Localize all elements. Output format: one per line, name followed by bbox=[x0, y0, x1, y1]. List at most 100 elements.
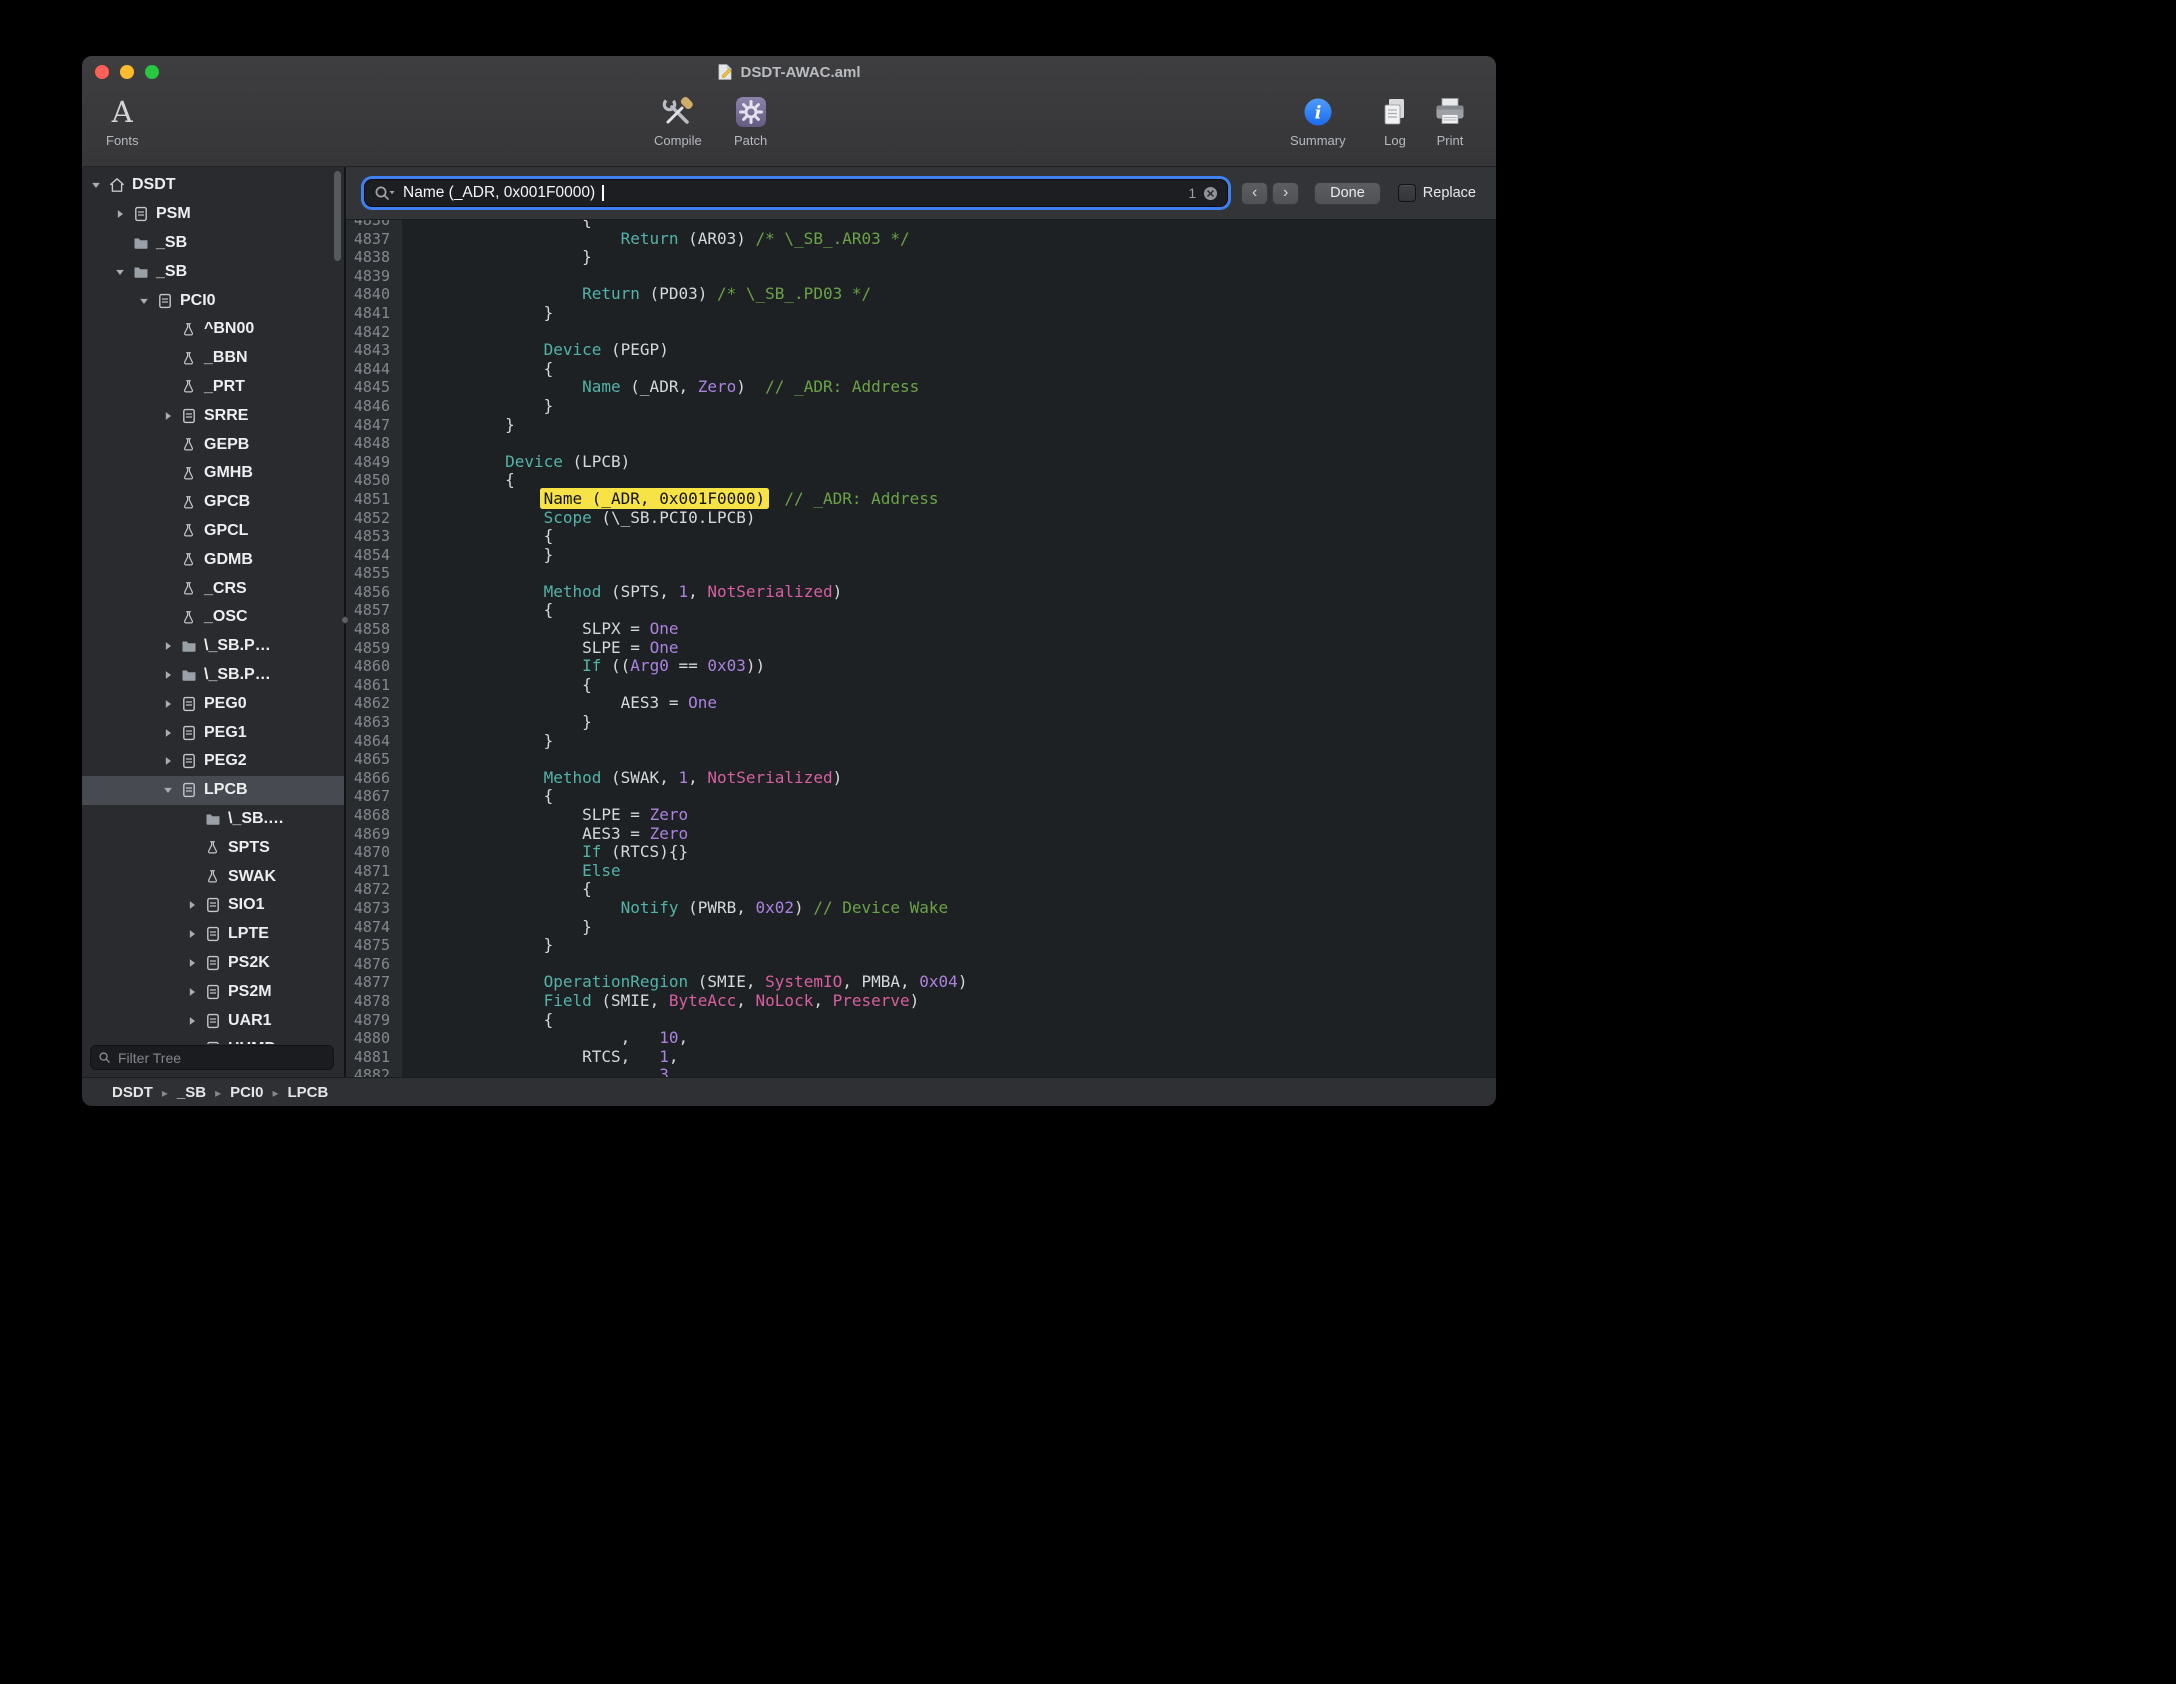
tree-item-lpte[interactable]: LPTE bbox=[82, 920, 344, 949]
tree-item-osc[interactable]: _OSC bbox=[82, 603, 344, 632]
tree-item-swak[interactable]: SWAK bbox=[82, 862, 344, 891]
tree-item-peg1[interactable]: PEG1 bbox=[82, 718, 344, 747]
disclosure-expanded-icon[interactable] bbox=[90, 178, 108, 192]
tree-item-ps2m[interactable]: PS2M bbox=[82, 977, 344, 1006]
tree-item-peg0[interactable]: PEG0 bbox=[82, 689, 344, 718]
code-line[interactable]: 4839 bbox=[346, 267, 1496, 286]
tree-item-sb[interactable]: _SB bbox=[82, 229, 344, 258]
disclosure-collapsed-icon[interactable] bbox=[162, 726, 180, 740]
code-line[interactable]: 4850 { bbox=[346, 471, 1496, 490]
code-line[interactable]: 4875 } bbox=[346, 936, 1496, 955]
code-line[interactable]: 4843 Device (PEGP) bbox=[346, 341, 1496, 360]
code-line[interactable]: 4837 Return (AR03) /* \_SB_.AR03 */ bbox=[346, 230, 1496, 249]
tree-item-psm[interactable]: PSM bbox=[82, 200, 344, 229]
code-line[interactable]: 4879 { bbox=[346, 1011, 1496, 1030]
code-line[interactable]: 4868 SLPE = Zero bbox=[346, 806, 1496, 825]
disclosure-expanded-icon[interactable] bbox=[162, 783, 180, 797]
filter-tree-input[interactable] bbox=[116, 1049, 326, 1067]
disclosure-collapsed-icon[interactable] bbox=[186, 985, 204, 999]
code-line[interactable]: 4845 Name (_ADR, Zero) // _ADR: Address bbox=[346, 378, 1496, 397]
code-line[interactable]: 4842 bbox=[346, 323, 1496, 342]
code-line[interactable]: 4846 } bbox=[346, 397, 1496, 416]
split-grip-handle[interactable] bbox=[341, 616, 349, 624]
code-line[interactable]: 4872 { bbox=[346, 880, 1496, 899]
compile-button[interactable]: Compile bbox=[654, 93, 702, 148]
tree-item-uar1[interactable]: UAR1 bbox=[82, 1006, 344, 1035]
tree-item-peg2[interactable]: PEG2 bbox=[82, 747, 344, 776]
disclosure-collapsed-icon[interactable] bbox=[162, 697, 180, 711]
code-line[interactable]: 4882 , 3, bbox=[346, 1066, 1496, 1077]
disclosure-expanded-icon[interactable] bbox=[138, 294, 156, 308]
code-line[interactable]: 4877 OperationRegion (SMIE, SystemIO, PM… bbox=[346, 973, 1496, 992]
code-line[interactable]: 4881 RTCS, 1, bbox=[346, 1048, 1496, 1067]
code-line[interactable]: 4860 If ((Arg0 == 0x03)) bbox=[346, 657, 1496, 676]
tree-item-sbp[interactable]: \_SB.P… bbox=[82, 632, 344, 661]
tree-item-srre[interactable]: SRRE bbox=[82, 401, 344, 430]
disclosure-collapsed-icon[interactable] bbox=[186, 898, 204, 912]
tree-item-dsdt[interactable]: DSDT bbox=[82, 171, 344, 200]
code-line[interactable]: 4871 Else bbox=[346, 862, 1496, 881]
code-line[interactable]: 4847 } bbox=[346, 416, 1496, 435]
disclosure-collapsed-icon[interactable] bbox=[162, 754, 180, 768]
code-line[interactable]: 4865 bbox=[346, 750, 1496, 769]
tree-item-gpcl[interactable]: GPCL bbox=[82, 517, 344, 546]
tree-item-lpcb[interactable]: LPCB bbox=[82, 776, 344, 805]
tree-item-gmhb[interactable]: GMHB bbox=[82, 459, 344, 488]
code-line[interactable]: 4859 SLPE = One bbox=[346, 639, 1496, 658]
code-line[interactable]: 4838 } bbox=[346, 248, 1496, 267]
code-line[interactable]: 4870 If (RTCS){} bbox=[346, 843, 1496, 862]
code-line[interactable]: 4867 { bbox=[346, 787, 1496, 806]
tree-item-spts[interactable]: SPTS bbox=[82, 833, 344, 862]
code-line[interactable]: 4853 { bbox=[346, 527, 1496, 546]
disclosure-collapsed-icon[interactable] bbox=[186, 1014, 204, 1028]
code-line[interactable]: 4864 } bbox=[346, 732, 1496, 751]
code-line[interactable]: 4858 SLPX = One bbox=[346, 620, 1496, 639]
code-line[interactable]: 4873 Notify (PWRB, 0x02) // Device Wake bbox=[346, 899, 1496, 918]
print-button[interactable]: Print bbox=[1434, 93, 1466, 148]
tree-item-sb[interactable]: _SB bbox=[82, 257, 344, 286]
tree-item-bn00[interactable]: ^BN00 bbox=[82, 315, 344, 344]
code-line[interactable]: 4851 Name (_ADR, 0x001F0000) // _ADR: Ad… bbox=[346, 490, 1496, 509]
breadcrumb-item[interactable]: _SB bbox=[177, 1084, 206, 1101]
done-button[interactable]: Done bbox=[1314, 182, 1381, 205]
code-line[interactable]: 4863 } bbox=[346, 713, 1496, 732]
breadcrumb-item[interactable]: LPCB bbox=[287, 1084, 328, 1101]
disclosure-collapsed-icon[interactable] bbox=[186, 927, 204, 941]
code-line[interactable]: 4855 bbox=[346, 564, 1496, 583]
code-line[interactable]: 4874 } bbox=[346, 918, 1496, 937]
breadcrumb-item[interactable]: PCI0 bbox=[230, 1084, 263, 1101]
tree-item-ps2k[interactable]: PS2K bbox=[82, 949, 344, 978]
replace-checkbox[interactable] bbox=[1398, 184, 1416, 202]
fonts-button[interactable]: A Fonts bbox=[106, 93, 139, 148]
tree-item-bbn[interactable]: _BBN bbox=[82, 344, 344, 373]
search-field[interactable]: Name (_ADR, 0x001F0000) 1 bbox=[364, 179, 1228, 207]
code-line[interactable]: 4844 { bbox=[346, 360, 1496, 379]
code-line[interactable]: 4880 , 10, bbox=[346, 1029, 1496, 1048]
code-line[interactable]: 4852 Scope (\_SB.PCI0.LPCB) bbox=[346, 509, 1496, 528]
code-line[interactable]: 4849 Device (LPCB) bbox=[346, 453, 1496, 472]
code-line[interactable]: 4862 AES3 = One bbox=[346, 694, 1496, 713]
tree-item-crs[interactable]: _CRS bbox=[82, 574, 344, 603]
tree-item-sb[interactable]: \_SB.… bbox=[82, 805, 344, 834]
disclosure-collapsed-icon[interactable] bbox=[186, 956, 204, 970]
titlebar[interactable]: DSDT-AWAC.aml bbox=[82, 56, 1496, 88]
tree-item-prt[interactable]: _PRT bbox=[82, 373, 344, 402]
disclosure-collapsed-icon[interactable] bbox=[162, 639, 180, 653]
code-line[interactable]: 4869 AES3 = Zero bbox=[346, 825, 1496, 844]
tree-item-gdmb[interactable]: GDMB bbox=[82, 545, 344, 574]
code-line[interactable]: 4841 } bbox=[346, 304, 1496, 323]
find-next-button[interactable]: › bbox=[1272, 182, 1299, 205]
code-line[interactable]: 4856 Method (SPTS, 1, NotSerialized) bbox=[346, 583, 1496, 602]
code-line[interactable]: 4878 Field (SMIE, ByteAcc, NoLock, Prese… bbox=[346, 992, 1496, 1011]
log-button[interactable]: Log bbox=[1380, 93, 1410, 148]
disclosure-collapsed-icon[interactable] bbox=[162, 668, 180, 682]
sidebar-scrollbar[interactable] bbox=[334, 171, 341, 261]
clear-search-icon[interactable] bbox=[1203, 186, 1218, 201]
split-divider[interactable] bbox=[344, 167, 346, 1077]
patch-button[interactable]: Patch bbox=[734, 93, 767, 148]
code-line[interactable]: 4840 Return (PD03) /* \_SB_.PD03 */ bbox=[346, 285, 1496, 304]
code-line[interactable]: 4861 { bbox=[346, 676, 1496, 695]
summary-button[interactable]: i Summary bbox=[1290, 93, 1346, 148]
tree-item-sio1[interactable]: SIO1 bbox=[82, 891, 344, 920]
breadcrumb-item[interactable]: DSDT bbox=[112, 1084, 153, 1101]
